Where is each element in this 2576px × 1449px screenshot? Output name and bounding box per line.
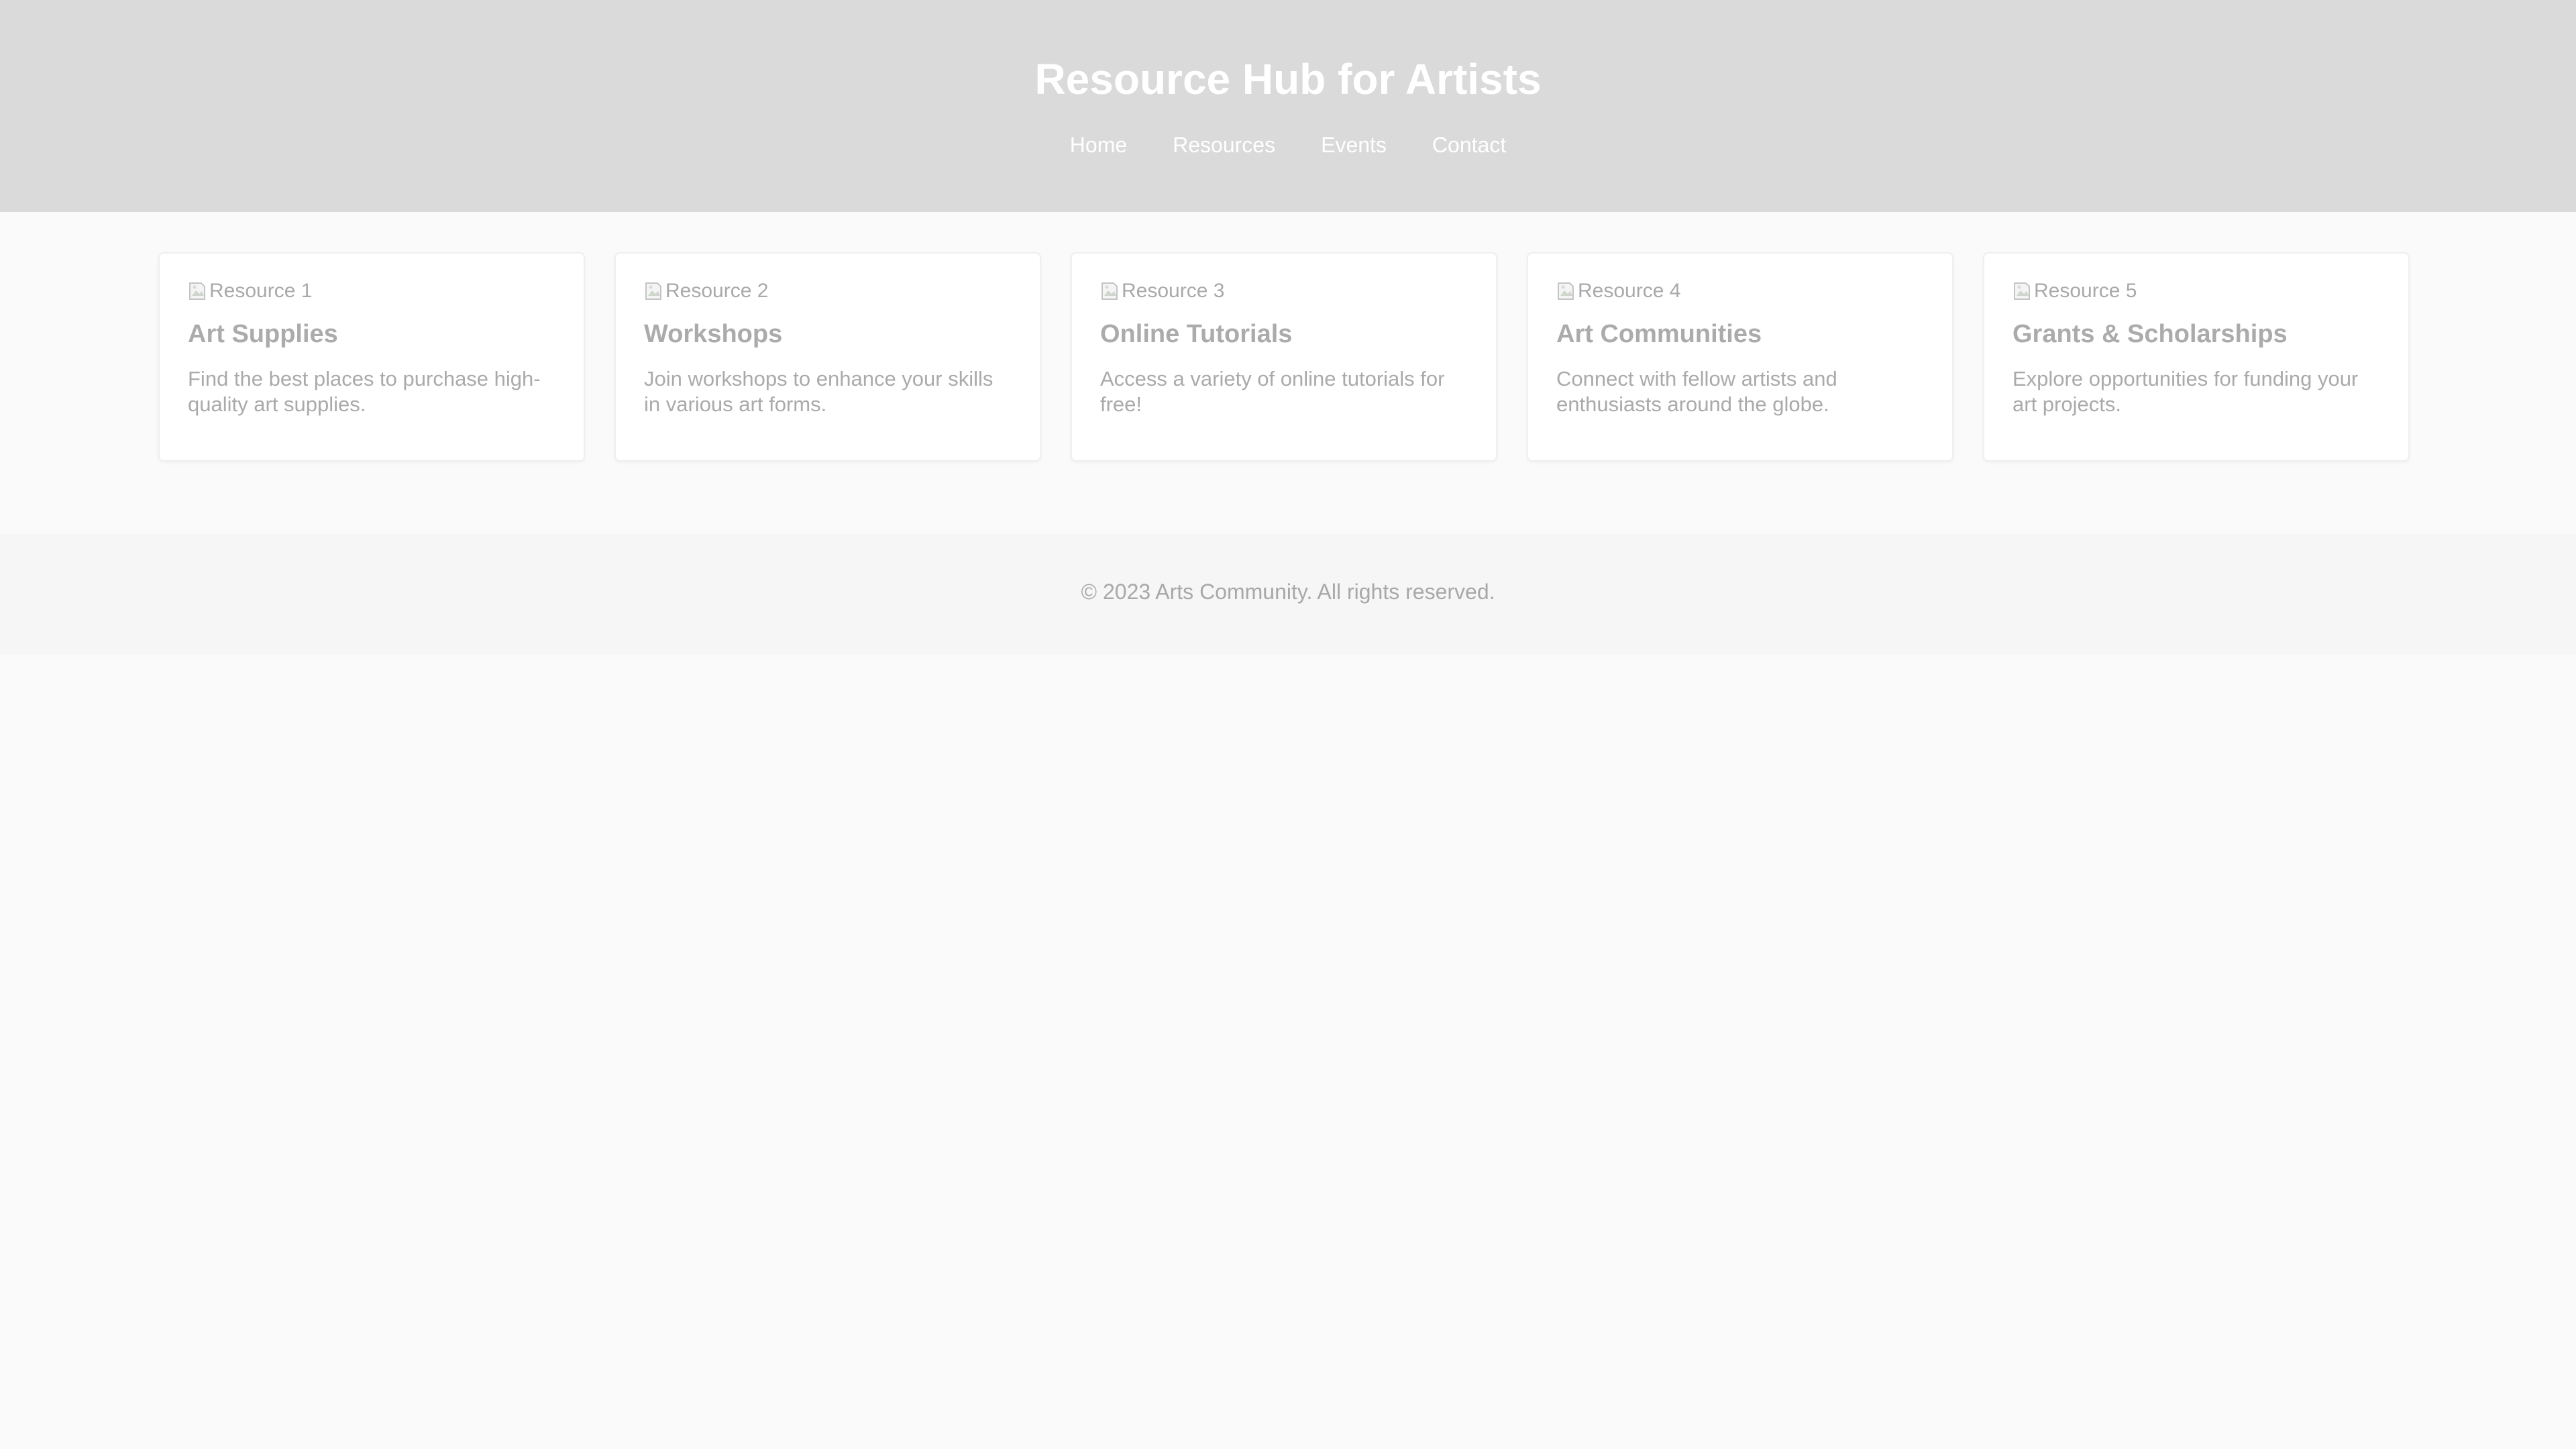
resource-image: Resource 2 <box>644 278 1012 305</box>
resource-image-alt: Resource 4 <box>1578 280 1681 302</box>
resource-title: Art Communities <box>1556 320 1762 348</box>
copyright-text: © 2023 Arts Community. All rights reserv… <box>1081 580 1495 604</box>
resource-image: Resource 3 <box>1100 278 1468 305</box>
nav-resources-link[interactable]: Resources <box>1173 131 1275 158</box>
resource-image-alt: Resource 2 <box>665 280 769 302</box>
resource-image-alt: Resource 3 <box>1122 280 1225 302</box>
resource-description: Join workshops to enhance your skills in… <box>644 367 994 416</box>
nav-home-link[interactable]: Home <box>1070 131 1127 158</box>
resource-card[interactable]: Resource 1 Art Supplies Find the best pl… <box>158 252 585 462</box>
resource-title: Workshops <box>644 320 783 348</box>
resource-image: Resource 4 <box>1556 278 1924 305</box>
resource-card[interactable]: Resource 2 Workshops Join workshops to e… <box>614 252 1041 462</box>
site-title: Resource Hub for Artists <box>1034 55 1542 103</box>
site-footer: © 2023 Arts Community. All rights reserv… <box>0 534 2576 655</box>
resource-image: Resource 5 <box>2012 278 2380 305</box>
resource-title: Grants & Scholarships <box>2012 320 2288 348</box>
resource-card[interactable]: Resource 5 Grants & Scholarships Explore… <box>1983 252 2410 462</box>
broken-image-icon <box>2012 281 2031 301</box>
broken-image-icon <box>188 281 207 301</box>
resource-image: Resource 1 <box>188 278 555 305</box>
broken-image-icon <box>1100 281 1119 301</box>
nav-events-link[interactable]: Events <box>1321 131 1387 158</box>
main-nav: Home Resources Events Contact <box>0 131 2576 158</box>
resource-image-alt: Resource 5 <box>2034 280 2137 302</box>
resource-title: Art Supplies <box>188 320 338 348</box>
site-header: Resource Hub for Artists Home Resources … <box>0 0 2576 212</box>
broken-image-icon <box>644 281 663 301</box>
resource-description: Connect with fellow artists and enthusia… <box>1556 367 1837 416</box>
broken-image-icon <box>1556 281 1575 301</box>
resource-title: Online Tutorials <box>1100 320 1293 348</box>
resource-cards: Resource 1 Art Supplies Find the best pl… <box>158 252 2412 462</box>
resource-description: Access a variety of online tutorials for… <box>1100 367 1445 416</box>
nav-contact-link[interactable]: Contact <box>1432 131 1506 158</box>
resource-description: Explore opportunities for funding your a… <box>2012 367 2359 416</box>
resource-card[interactable]: Resource 4 Art Communities Connect with … <box>1527 252 1953 462</box>
resource-image-alt: Resource 1 <box>209 280 313 302</box>
resource-card[interactable]: Resource 3 Online Tutorials Access a var… <box>1071 252 1497 462</box>
resource-description: Find the best places to purchase high-qu… <box>188 367 541 416</box>
